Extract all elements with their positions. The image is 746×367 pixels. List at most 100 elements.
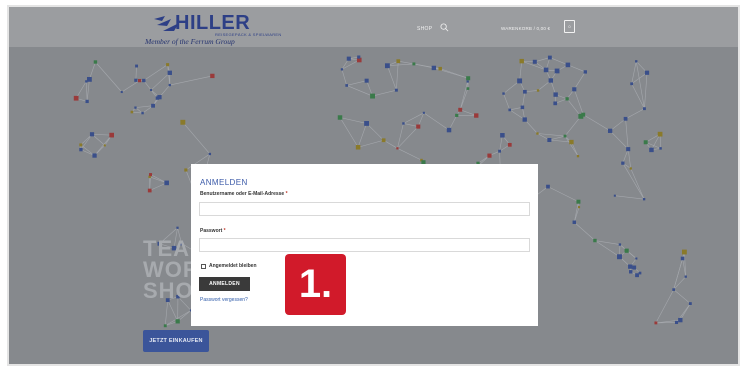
network-node bbox=[553, 101, 558, 106]
network-node bbox=[147, 188, 152, 193]
network-node bbox=[618, 243, 622, 246]
network-node bbox=[357, 55, 361, 59]
network-node bbox=[345, 84, 349, 87]
network-node bbox=[548, 78, 554, 83]
network-node bbox=[629, 270, 633, 274]
network-node bbox=[520, 105, 525, 110]
shop-now-button[interactable]: JETZT EINKAUFEN bbox=[143, 330, 209, 352]
network-node bbox=[103, 144, 106, 147]
network-node bbox=[85, 99, 89, 104]
step-number-badge: 1. bbox=[285, 254, 346, 315]
network-node bbox=[500, 133, 505, 138]
network-node bbox=[150, 89, 153, 92]
network-node bbox=[630, 82, 634, 86]
network-node bbox=[642, 198, 646, 201]
network-node bbox=[613, 194, 616, 197]
network-node bbox=[572, 220, 577, 224]
network-node bbox=[672, 288, 676, 291]
network-node bbox=[396, 147, 399, 150]
network-node bbox=[394, 88, 398, 92]
network-node bbox=[466, 87, 470, 90]
network-node bbox=[208, 152, 212, 156]
password-field[interactable] bbox=[199, 238, 530, 252]
network-node bbox=[581, 112, 586, 117]
network-node bbox=[536, 89, 540, 92]
network-node bbox=[643, 140, 648, 145]
network-node bbox=[474, 113, 479, 118]
cart-icon[interactable]: 0 bbox=[564, 20, 575, 33]
network-node bbox=[536, 132, 539, 135]
network-node bbox=[364, 78, 369, 83]
network-node bbox=[157, 95, 162, 100]
network-node bbox=[632, 265, 637, 270]
network-node bbox=[446, 127, 452, 133]
network-node bbox=[89, 132, 95, 137]
network-node bbox=[684, 275, 687, 278]
network-node bbox=[487, 153, 492, 158]
network-node bbox=[508, 108, 512, 112]
network-node bbox=[416, 124, 421, 129]
network-node bbox=[164, 180, 169, 186]
network-node bbox=[522, 117, 527, 122]
network-node bbox=[458, 107, 463, 112]
network-node bbox=[346, 56, 351, 61]
remember-me-label[interactable]: Angemeldet bleiben bbox=[209, 263, 257, 269]
search-icon[interactable] bbox=[440, 23, 449, 32]
network-node bbox=[167, 70, 172, 75]
network-node bbox=[583, 70, 587, 74]
network-node bbox=[355, 145, 361, 150]
login-button[interactable]: ANMELDEN bbox=[199, 277, 250, 291]
network-node bbox=[607, 128, 613, 133]
network-node bbox=[87, 76, 92, 82]
network-node bbox=[149, 173, 153, 177]
network-node bbox=[130, 110, 134, 114]
network-node bbox=[547, 55, 552, 60]
network-node bbox=[617, 254, 622, 260]
remember-me-checkbox[interactable] bbox=[201, 264, 206, 269]
network-node bbox=[678, 317, 683, 323]
network-node bbox=[337, 115, 343, 120]
network-node bbox=[623, 116, 628, 121]
network-node bbox=[532, 59, 537, 64]
network-node bbox=[396, 59, 401, 64]
network-node bbox=[547, 137, 552, 143]
network-node bbox=[163, 324, 167, 328]
network-node bbox=[370, 93, 376, 99]
network-node bbox=[134, 78, 138, 82]
network-node bbox=[576, 199, 581, 204]
network-node bbox=[563, 134, 567, 138]
network-node bbox=[431, 65, 437, 71]
network-node bbox=[120, 90, 123, 94]
username-field[interactable] bbox=[199, 202, 530, 216]
network-node bbox=[644, 70, 650, 75]
network-node bbox=[688, 302, 692, 305]
network-node bbox=[384, 63, 390, 69]
network-node bbox=[466, 76, 471, 81]
network-node bbox=[680, 256, 685, 261]
cart-count-badge: 0 bbox=[568, 24, 571, 29]
network-node bbox=[502, 92, 505, 95]
network-node bbox=[184, 168, 188, 172]
nav-shop-link[interactable]: SHOP bbox=[417, 26, 432, 32]
network-node bbox=[642, 107, 646, 111]
network-node bbox=[422, 111, 425, 114]
network-node bbox=[109, 132, 115, 138]
network-node bbox=[577, 206, 581, 209]
network-node bbox=[507, 142, 512, 147]
network-node bbox=[402, 122, 405, 125]
network-node bbox=[455, 113, 459, 117]
site-logo[interactable]: HILLER REISEGEPÄCK & SPIELWAREN Member o… bbox=[145, 10, 281, 46]
network-node bbox=[649, 147, 654, 153]
login-modal: ANMELDEN Benutzername oder E-Mail-Adress… bbox=[191, 164, 538, 326]
username-label-text: Benutzername oder E-Mail-Adresse bbox=[200, 191, 285, 197]
network-node bbox=[79, 143, 83, 147]
network-node bbox=[364, 121, 370, 126]
password-label: Passwort * bbox=[200, 228, 226, 234]
network-node bbox=[635, 257, 638, 260]
network-node bbox=[166, 63, 170, 67]
network-node bbox=[498, 149, 502, 153]
network-node bbox=[175, 319, 180, 324]
nav-cart-link[interactable]: WARENKORB / 0,00 € bbox=[501, 26, 550, 31]
network-node bbox=[79, 147, 83, 152]
forgot-password-link[interactable]: Passwort vergessen? bbox=[200, 297, 248, 303]
